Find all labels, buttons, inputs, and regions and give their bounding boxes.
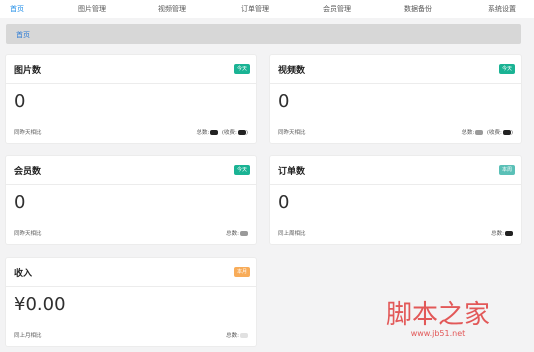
redacted-value [475,130,484,135]
income-value: ¥0.00 [14,294,66,315]
redacted-value [240,231,248,236]
card-title: 收入 [14,269,33,279]
period-badge: 今天 [498,64,515,74]
divider [6,83,256,84]
total-summary: 总数: (收费:) [461,130,513,136]
period-badge: 今天 [233,64,250,74]
member-count-card: 会员数 今天 0 同昨天相比 总数: [6,156,256,244]
period-badge: 本周 [498,165,515,175]
count-value: 0 [14,192,26,213]
redacted-value [237,130,246,135]
nav-item-home[interactable]: 首页 [10,4,24,14]
breadcrumb: 首页 [6,24,521,44]
total-label: 总数: [196,130,210,136]
nav-item-data-backup[interactable]: 数据备份 [404,4,432,14]
breadcrumb-home-link[interactable]: 首页 [16,30,30,40]
video-count-card: 视频数 今天 0 同昨天相比 总数: (收费:) [270,55,521,143]
redacted-value [505,231,513,236]
nav-item-image-management[interactable]: 图片管理 [78,4,106,14]
count-value: 0 [278,91,290,112]
total-summary: 总数: [491,229,513,237]
total-label: 总数: [226,231,239,237]
card-title: 会员数 [14,167,42,177]
count-value: 0 [278,192,290,213]
total-summary: 总数: (收费:) [196,130,248,136]
divider [6,184,256,185]
compare-label: 同昨天相比 [278,130,306,136]
period-badge: 今天 [233,165,250,175]
charge-label: (收费: [221,130,237,136]
site-watermark: 脚本之家 www.jb51.net [386,294,490,338]
divider [270,184,521,185]
card-title: 图片数 [14,66,42,76]
compare-label: 同昨天相比 [14,130,42,136]
card-title: 视频数 [278,66,306,76]
period-badge: 本月 [233,267,250,277]
card-title: 订单数 [278,167,306,177]
total-label: 总数: [491,231,504,237]
nav-item-system-settings[interactable]: 系统设置 [488,4,516,14]
top-navigation: 首页 图片管理 视频管理 订单管理 会员管理 数据备份 系统设置 [0,0,534,18]
total-label: 总数: [226,333,239,339]
count-value: 0 [14,91,26,112]
watermark-title: 脚本之家 [385,300,490,330]
charge-label: (收费: [486,130,502,136]
compare-label: 同上月相比 [14,333,42,339]
redacted-value [240,333,248,338]
order-count-card: 订单数 本周 0 同上周相比 总数: [270,156,521,244]
income-card: 收入 本月 ¥0.00 同上月相比 总数: [6,258,256,346]
nav-item-order-management[interactable]: 订单管理 [241,4,269,14]
compare-label: 同上周相比 [278,231,306,237]
image-count-card: 图片数 今天 0 同昨天相比 总数: (收费:) [6,55,256,143]
nav-item-video-management[interactable]: 视频管理 [158,4,186,14]
total-summary: 总数: [226,331,248,339]
redacted-value [502,130,511,135]
nav-item-member-management[interactable]: 会员管理 [323,4,351,14]
divider [6,286,256,287]
redacted-value [210,130,219,135]
divider [270,83,521,84]
total-summary: 总数: [226,229,248,237]
total-label: 总数: [461,130,475,136]
compare-label: 同昨天相比 [14,231,42,237]
